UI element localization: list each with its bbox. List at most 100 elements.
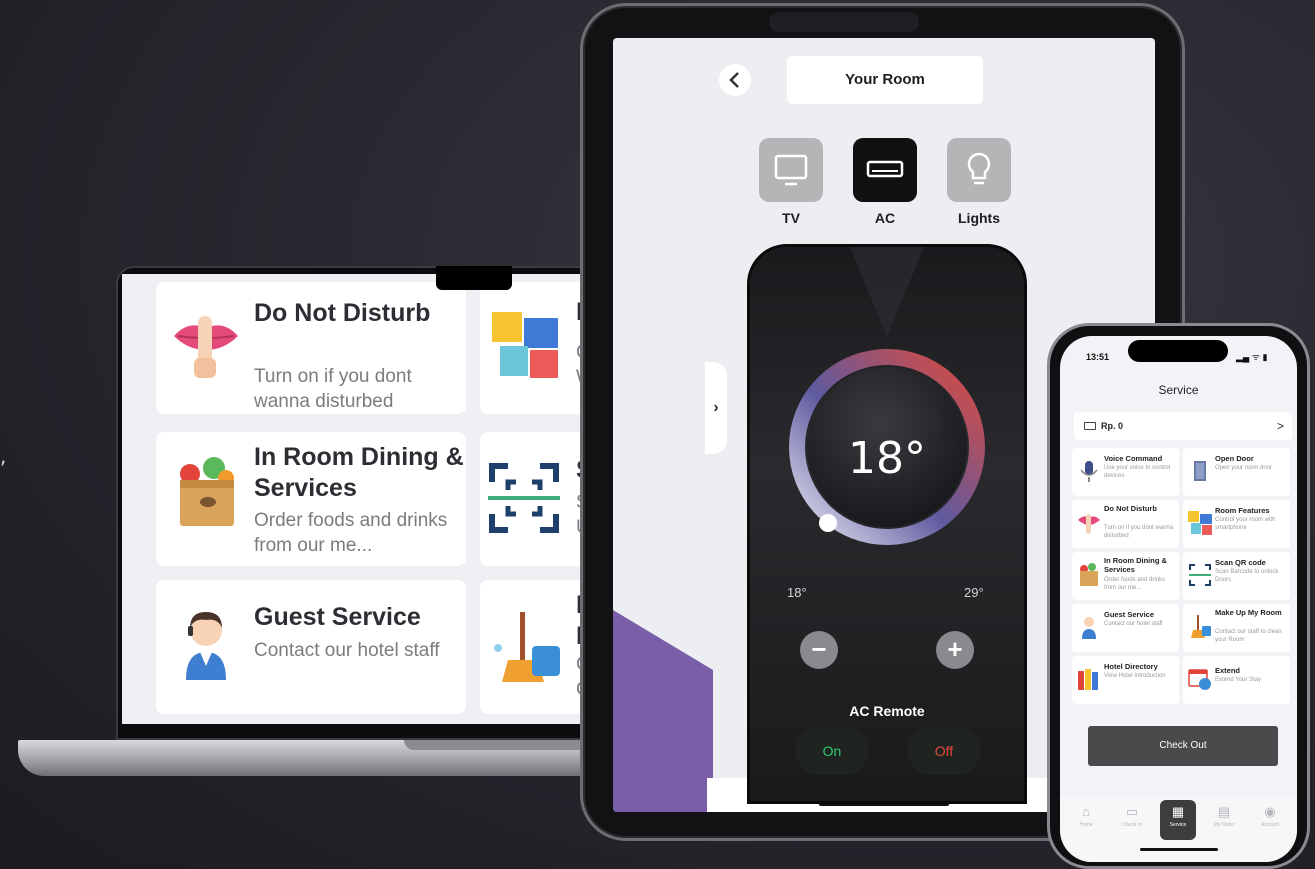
chevron-left-icon [729, 72, 739, 88]
card-title: Make Up My Room [1215, 608, 1282, 617]
service-card-in-room-dining[interactable]: In Room Dining & Services Order foods an… [1072, 552, 1179, 600]
card-title: In Room Dining & Services [254, 443, 464, 502]
laptop-screen: Do Not Disturb Turn on if you dont wanna… [122, 274, 622, 724]
service-card-hotel-directory[interactable]: Hotel Directory View Hotel Introduction [1072, 656, 1179, 704]
grid-icon: ▦ [1171, 804, 1185, 819]
service-card-room-features[interactable]: Room Features Control your room with sma… [1183, 500, 1290, 548]
dynamic-island [1128, 340, 1228, 362]
phone-home-indicator [1140, 848, 1218, 851]
calendar-clock-icon [1188, 669, 1211, 690]
card-subtitle: Use your voice to control devices [1104, 465, 1171, 479]
nav-item-my-order[interactable]: ▤ My Order [1206, 804, 1242, 828]
nav-item-account[interactable]: ◉ Account [1252, 804, 1288, 828]
scan-qr-icon [1189, 564, 1211, 586]
nav-label: Account [1260, 822, 1280, 828]
phone-mockup: 13:51 ▂▄ ᯤ ▮ Service Rp. 0 > Voice Comma… [1047, 323, 1310, 869]
dial-handle [819, 514, 837, 532]
receptionist-icon [1082, 617, 1096, 639]
card-subtitle: Order foods and drinks from our me... [254, 510, 448, 556]
door-icon [1194, 461, 1206, 481]
side-drawer-toggle[interactable]: › [705, 362, 727, 454]
card-title: Hotel Directory [1104, 662, 1158, 671]
nav-item-service[interactable]: ▦ Service [1160, 800, 1196, 840]
device-tab-ac[interactable] [853, 138, 917, 202]
device-label-ac: AC [874, 210, 896, 226]
cleaning-icon [1191, 615, 1211, 638]
laptop-notch [436, 266, 512, 290]
card-subtitle: Extend Your Stay [1215, 677, 1262, 683]
thermostat-dial[interactable] [750, 247, 1024, 577]
card-title: In Room Dining & Services [1104, 556, 1167, 574]
device-label-lights: Lights [958, 210, 1000, 226]
tablet-camera [769, 12, 919, 32]
puzzle-icon [492, 312, 558, 378]
min-temperature: 18° [787, 585, 807, 600]
nav-label: My Order [1213, 822, 1235, 828]
user-icon: ◉ [1264, 804, 1276, 819]
page-title: Service [1158, 383, 1199, 397]
page-title: Your Room [787, 56, 983, 104]
service-card-do-not-disturb[interactable]: Do Not Disturb Turn on if you dont wanna… [1072, 500, 1179, 548]
nav-item-check-in[interactable]: ▭ Check In [1114, 804, 1150, 828]
increase-temperature-button[interactable]: + [936, 631, 974, 669]
card-subtitle: Open your room door [1215, 465, 1273, 471]
service-card-do-not-disturb[interactable]: Do Not Disturb Turn on if you dont wanna… [156, 282, 466, 414]
device-tab-tv[interactable] [759, 138, 823, 202]
home-icon: ⌂ [1082, 804, 1090, 819]
max-temperature: 29° [964, 585, 984, 600]
nav-label: Service [1169, 822, 1187, 828]
device-tab-lights[interactable] [947, 138, 1011, 202]
nav-label: Home [1079, 822, 1093, 828]
service-card-scan-qr[interactable]: Scan QR code Scan Barcode to unlock Door… [1183, 552, 1290, 600]
lips-shh-icon [174, 316, 238, 378]
card-title: Do Not Disturb [1104, 504, 1157, 513]
wallet-balance-row[interactable]: Rp. 0 > [1074, 412, 1292, 440]
grocery-bag-icon [1080, 563, 1098, 586]
ac-off-button[interactable]: Off [908, 727, 980, 775]
grocery-bag-icon [180, 457, 234, 526]
card-subtitle: Turn on if you dont wanna disturbed [254, 366, 412, 412]
microphone-icon [1080, 461, 1098, 482]
card-title: Do Not Disturb [254, 299, 431, 327]
chevron-right-icon: > [1276, 419, 1284, 433]
bottom-nav: ⌂ Home ▭ Check In ▦ Service ▤ My Order ◉… [1060, 796, 1297, 862]
service-card-guest-service[interactable]: Guest Service Contact our hotel staff [1072, 604, 1179, 652]
service-card-extend[interactable]: Extend Extend Your Stay [1183, 656, 1290, 704]
service-card-guest-service[interactable]: Guest Service Contact our hotel staff [156, 580, 466, 714]
device-label-tv: TV [782, 210, 800, 226]
service-card-make-up-room[interactable]: Make Up My Room Contact our staff to cle… [1183, 604, 1290, 652]
card-title: Guest Service [254, 603, 421, 631]
cleaning-icon [494, 612, 560, 682]
current-temperature: 18° [848, 433, 926, 484]
service-card-voice-command[interactable]: Voice Command Use your voice to control … [1072, 448, 1179, 496]
card-subtitle: Contact our staff to clean your Room [1215, 629, 1282, 643]
service-card-open-door[interactable]: Open Door Open your room door [1183, 448, 1290, 496]
card-subtitle: View Hotel Introduction [1104, 673, 1166, 679]
stray-comma: , [0, 444, 7, 468]
card-subtitle: Turn on if you dont wanna disturbed [1104, 525, 1174, 539]
card-subtitle: Order foods and drinks from our me... [1104, 577, 1166, 591]
card-title: Scan QR code [1215, 558, 1266, 567]
status-time: 13:51 [1086, 352, 1110, 362]
calendar-icon: ▭ [1125, 804, 1139, 819]
receptionist-icon [186, 612, 226, 680]
wallet-icon [1084, 422, 1096, 430]
lightbulb-icon [967, 152, 991, 185]
wallet-balance: Rp. 0 [1101, 421, 1124, 431]
decrease-temperature-button[interactable]: − [800, 631, 838, 669]
ac-on-button[interactable]: On [796, 727, 868, 775]
lips-shh-icon [1078, 514, 1100, 534]
service-card-in-room-dining[interactable]: In Room Dining & Services Order foods an… [156, 432, 466, 566]
tv-icon [774, 154, 808, 186]
card-subtitle: Scan Barcode to unlock Doors [1215, 569, 1279, 583]
back-button[interactable] [719, 64, 751, 96]
card-subtitle: Contact our hotel staff [254, 640, 440, 661]
check-out-button[interactable]: Check Out [1088, 726, 1278, 766]
books-icon [1078, 669, 1098, 690]
nav-item-home[interactable]: ⌂ Home [1068, 804, 1104, 828]
ac-remote-panel: 18° 18° 29° − + AC Remote On Off [747, 244, 1027, 804]
ac-remote-label: AC Remote [849, 703, 925, 719]
status-icons: ▂▄ ᯤ ▮ [1236, 352, 1268, 362]
card-title: Room Features [1215, 506, 1270, 515]
card-title: Open Door [1215, 454, 1254, 463]
